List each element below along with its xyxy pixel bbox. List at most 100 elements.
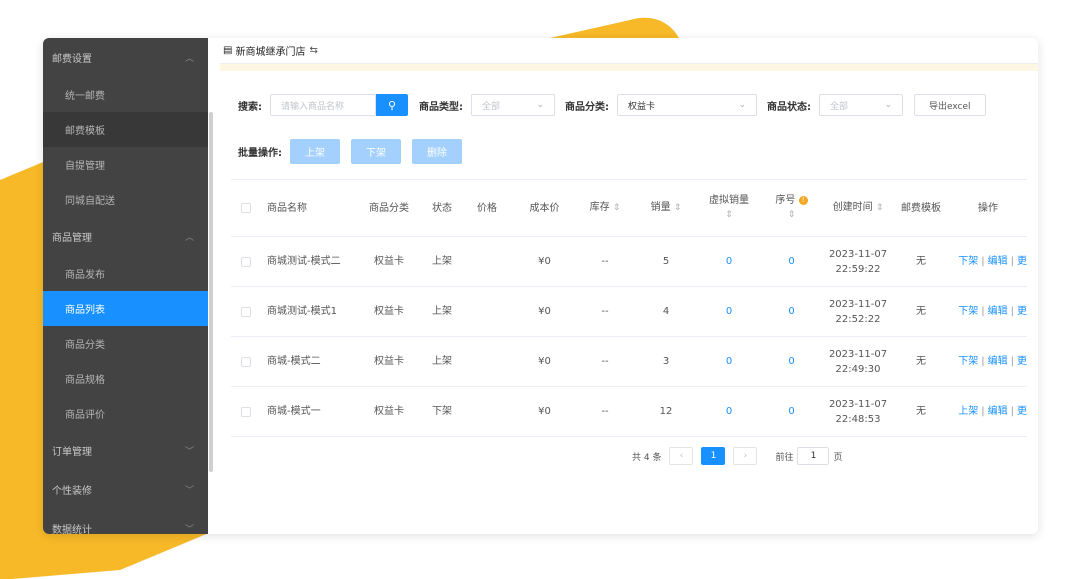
cell-created: 2023-11-07 22:59:22: [823, 247, 893, 277]
row-checkbox[interactable]: [240, 406, 251, 417]
batch-actions: 批量操作: 上架 下架 删除: [238, 139, 473, 164]
sidebar-item-product-category[interactable]: 商品分类: [43, 326, 208, 361]
header-virtual-sales[interactable]: 虚拟销量 ⇕: [698, 193, 760, 223]
divider: |: [1010, 306, 1014, 317]
batch-button-label: 上架: [305, 148, 325, 159]
toggle-listing-link[interactable]: 下架: [958, 256, 978, 267]
more-link[interactable]: 更: [1017, 406, 1027, 417]
sidebar-item-product-review[interactable]: 商品评价: [43, 396, 208, 431]
header-sales[interactable]: 销量 ⇕: [634, 200, 698, 216]
row-select-cell: [231, 406, 260, 417]
chevron-down-icon: ﹀: [184, 447, 194, 457]
cell-template: 无: [916, 306, 926, 317]
sidebar-group-label: 订单管理: [52, 447, 92, 458]
prev-page-button[interactable]: ‹: [669, 447, 694, 465]
cell-sequence[interactable]: 0: [760, 404, 823, 419]
cell-sequence[interactable]: 0: [760, 304, 823, 319]
search-button[interactable]: ⚲: [376, 94, 408, 116]
sidebar-item-unified-shipping[interactable]: 统一邮费: [43, 77, 208, 112]
page-number-current[interactable]: 1: [701, 447, 726, 465]
cell-virtual-sales[interactable]: 0: [698, 354, 760, 369]
sidebar-group-statistics[interactable]: 数据统计 ﹀: [43, 509, 208, 534]
sidebar-item-local-delivery[interactable]: 同城自配送: [43, 182, 208, 217]
chevron-right-icon: ›: [743, 451, 748, 461]
store-header: ▤ 新商城继承门店 ⇆: [220, 38, 1038, 64]
type-select[interactable]: 全部 ⌄: [471, 94, 555, 116]
header-sequence[interactable]: 序号 ! ⇕: [760, 193, 823, 223]
goto-page-input[interactable]: 1: [797, 447, 830, 465]
sidebar-group-decoration[interactable]: 个性装修 ﹀: [43, 470, 208, 509]
batch-delete-button[interactable]: 删除: [412, 139, 462, 164]
cell-category: 权益卡: [374, 406, 404, 417]
cell-category: 权益卡: [374, 306, 404, 317]
cell-cost: ¥0: [538, 356, 551, 367]
cell-virtual-sales[interactable]: 0: [698, 254, 760, 269]
select-all-checkbox[interactable]: [240, 203, 251, 213]
batch-label: 批量操作:: [238, 148, 282, 159]
search-icon: ⚲: [387, 98, 397, 112]
header-stock[interactable]: 库存 ⇕: [576, 200, 634, 216]
sidebar-item-shipping-template[interactable]: 邮费模板: [43, 112, 208, 147]
row-checkbox[interactable]: [240, 306, 251, 317]
more-link[interactable]: 更: [1017, 356, 1027, 367]
sidebar-group-shipping[interactable]: 邮费设置 ︿: [43, 38, 208, 77]
export-excel-button[interactable]: 导出excel: [914, 94, 986, 116]
header-ops: 操作: [978, 202, 998, 214]
pagination: 共 4 条 ‹ 1 › 前往 1 页: [632, 447, 842, 465]
toggle-listing-link[interactable]: 下架: [958, 356, 978, 367]
edit-link[interactable]: 编辑: [988, 356, 1008, 367]
cell-virtual-sales[interactable]: 0: [698, 304, 760, 319]
next-page-button[interactable]: ›: [733, 447, 758, 465]
sidebar-group-label: 商品管理: [52, 233, 92, 244]
more-link[interactable]: 更: [1017, 306, 1027, 317]
edit-link[interactable]: 编辑: [988, 256, 1008, 267]
row-select-cell: [231, 306, 260, 317]
chevron-down-icon: ⌄: [536, 100, 544, 110]
sidebar-item-label: 邮费模板: [65, 126, 105, 137]
search-input[interactable]: 请输入商品名称: [270, 94, 376, 116]
cell-name: 商城-模式二: [267, 356, 321, 367]
more-link[interactable]: 更: [1017, 256, 1027, 267]
sidebar-item-product-spec[interactable]: 商品规格: [43, 361, 208, 396]
cell-virtual-sales[interactable]: 0: [698, 404, 760, 419]
batch-unlist-button[interactable]: 下架: [351, 139, 401, 164]
cell-stock: --: [601, 256, 609, 267]
edit-link[interactable]: 编辑: [988, 406, 1008, 417]
cell-created-time: 22:59:22: [835, 263, 881, 275]
cell-created-time: 22:52:22: [835, 313, 881, 325]
row-checkbox[interactable]: [240, 256, 251, 267]
sidebar-scrollbar[interactable]: [209, 112, 213, 472]
cell-sequence[interactable]: 0: [760, 254, 823, 269]
goto-label: 前往: [775, 452, 794, 463]
sidebar-item-label: 自提管理: [65, 161, 105, 172]
header-sequence-label: 序号: [775, 195, 796, 206]
store-name: 新商城继承门店: [235, 47, 306, 58]
header-price: 价格: [477, 202, 497, 214]
toggle-listing-link[interactable]: 下架: [958, 306, 978, 317]
sidebar-item-product-list[interactable]: 商品列表: [43, 291, 208, 326]
toggle-listing-link[interactable]: 上架: [958, 406, 978, 417]
cell-ops: 上架 | 编辑 | 更: [949, 404, 1027, 419]
cell-sequence[interactable]: 0: [760, 354, 823, 369]
sidebar-group-label: 数据统计: [52, 525, 92, 534]
cell-sales: 12: [659, 406, 673, 417]
header-created[interactable]: 创建时间 ⇕: [823, 200, 893, 216]
status-select[interactable]: 全部 ⌄: [819, 94, 903, 116]
batch-list-button[interactable]: 上架: [290, 139, 340, 164]
sidebar-item-product-publish[interactable]: 商品发布: [43, 256, 208, 291]
row-checkbox[interactable]: [240, 356, 251, 367]
chevron-up-icon: ︿: [184, 233, 194, 243]
switch-icon[interactable]: ⇆: [309, 45, 317, 56]
edit-link[interactable]: 编辑: [988, 306, 1008, 317]
sidebar-group-orders[interactable]: 订单管理 ﹀: [43, 431, 208, 470]
sidebar-item-pickup[interactable]: 自提管理: [43, 147, 208, 182]
sidebar-item-label: 商品发布: [65, 270, 105, 281]
info-icon[interactable]: !: [798, 195, 808, 205]
table-row: 商城测试-模式二 权益卡 上架 ¥0 -- 5 0 0 2023-11-07 22:59:22 无 下…: [231, 237, 1027, 287]
sidebar-group-label: 个性装修: [52, 486, 92, 497]
sidebar-group-products[interactable]: 商品管理 ︿: [43, 217, 208, 256]
cell-stock: --: [601, 356, 609, 367]
header-created-label: 创建时间: [832, 202, 873, 213]
category-select[interactable]: 权益卡 ⌄: [617, 94, 757, 116]
pagination-total: 共 4 条: [632, 452, 662, 463]
